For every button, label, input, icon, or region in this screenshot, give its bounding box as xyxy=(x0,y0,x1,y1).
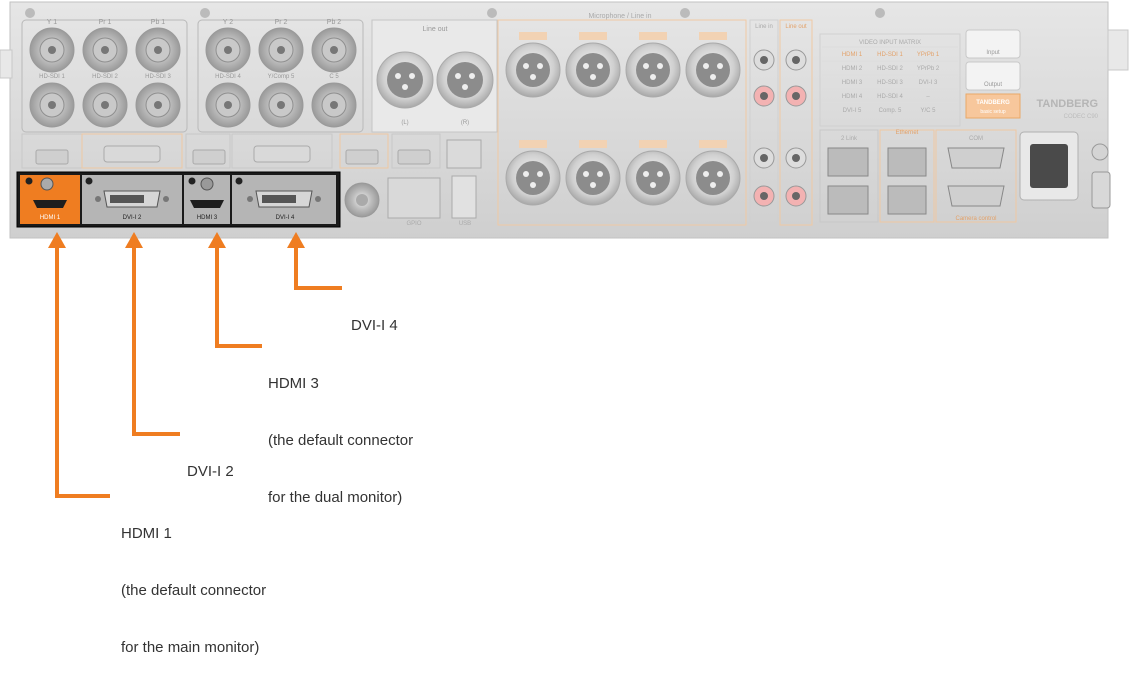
bnc-label-y1: Y 1 xyxy=(47,19,57,26)
matrix-cell: Y/C 5 xyxy=(920,108,936,114)
callout-hdmi3: HDMI 3 (the default connector for the du… xyxy=(268,336,413,526)
camera-control-label: Camera control xyxy=(955,216,996,222)
input-label: Input xyxy=(986,50,1000,56)
matrix-cell: HD-SDI 1 xyxy=(877,52,903,58)
hdmi1-connector: HDMI 1 xyxy=(20,175,80,224)
callout-hdmi3-line-3: for the dual monitor) xyxy=(268,489,403,506)
output-label: Output xyxy=(984,82,1002,88)
com-label: COM xyxy=(969,136,983,142)
callout-hdmi1-line-2: (the default connector xyxy=(121,582,267,599)
hdmi1-port-label: HDMI 1 xyxy=(40,215,61,221)
matrix-cell: DVI-I 5 xyxy=(843,108,862,114)
callout-hdmi1-line-3: for the main monitor) xyxy=(121,639,260,656)
line-out-right-label: (R) xyxy=(461,120,469,126)
usb-label: USB xyxy=(459,221,471,227)
line-in-title: Line in xyxy=(755,24,773,30)
c5-label: C 5 xyxy=(329,74,339,80)
matrix-cell: HDMI 3 xyxy=(842,80,863,86)
ethernet-label: Ethernet xyxy=(896,130,919,136)
hdsdi-label-2: HD-SDI 2 xyxy=(92,74,118,80)
arrow-hdmi1 xyxy=(55,248,110,498)
callout-dvi2-line-1: DVI-I 2 xyxy=(187,463,234,480)
matrix-cell: HDMI 4 xyxy=(842,94,863,100)
bnc-label-pb2: Pb 2 xyxy=(327,19,342,26)
highlighted-outputs: HDMI 1 DVI-I 2 HDMI 3 DVI-I 4 xyxy=(16,171,341,228)
callout-hdmi1: HDMI 1 (the default connector for the ma… xyxy=(121,486,266,676)
matrix-cell: DVI-I 3 xyxy=(919,80,938,86)
arrow-hdmi3 xyxy=(215,248,262,348)
callout-hdmi3-line-2: (the default connector xyxy=(268,432,414,449)
dvi4-port-label: DVI-I 4 xyxy=(276,215,295,221)
matrix-cell: HDMI 2 xyxy=(842,66,863,72)
dvi2-connector: DVI-I 2 xyxy=(82,175,182,224)
matrix-cell: HD-SDI 3 xyxy=(877,80,903,86)
link-label: 2 Link xyxy=(841,136,858,142)
hdsdi-label-3: HD-SDI 3 xyxy=(145,74,171,80)
hdsdi-label-1: HD-SDI 1 xyxy=(39,74,65,80)
arrow-dvi4 xyxy=(294,248,342,290)
hdmi3-connector: HDMI 3 xyxy=(184,175,230,224)
basic-setup-label: basic setup xyxy=(980,109,1006,115)
matrix-cell: HDMI 1 xyxy=(842,52,863,58)
callout-hdmi3-line-1: HDMI 3 xyxy=(268,375,319,392)
line-out-left-label: (L) xyxy=(401,120,408,126)
line-out-small-title: Line out xyxy=(785,24,807,30)
matrix-cell: HD-SDI 4 xyxy=(877,94,903,100)
matrix-cell: YPrPb 1 xyxy=(917,52,940,58)
bnc-label-pr2: Pr 2 xyxy=(275,19,288,26)
hdmi3-port-label: HDMI 3 xyxy=(197,215,218,221)
arrow-dvi2 xyxy=(132,248,180,436)
ycomp-label-5: Y/Comp 5 xyxy=(268,74,295,80)
matrix-cell: HD-SDI 2 xyxy=(877,66,903,72)
gpio-label: GPIO xyxy=(406,221,421,227)
matrix-cell: YPrPb 2 xyxy=(917,66,940,72)
line-out-block: Line out (L) (R) xyxy=(371,19,498,133)
matrix-cell: Comp. 5 xyxy=(879,108,902,114)
hdsdi-label-4: HD-SDI 4 xyxy=(215,74,241,80)
input-output-box: Input Output TANDBERG basic setup xyxy=(965,29,1021,119)
line-out-title: Line out xyxy=(423,26,448,33)
callout-dvi4-line-1: DVI-I 4 xyxy=(351,317,398,334)
dvi4-connector: DVI-I 4 xyxy=(232,175,336,224)
bnc-label-pr1: Pr 1 xyxy=(99,19,112,26)
brand-name: TANDBERG xyxy=(1036,98,1098,110)
codec-rear-panel-diagram: Y 1 Pr 1 Pb 1 Y 2 Pr 2 Pb 2 HD-SDI 1 HD-… xyxy=(0,1,1129,498)
matrix-title: VIDEO INPUT MATRIX xyxy=(859,40,921,46)
callout-hdmi1-line-1: HDMI 1 xyxy=(121,525,172,542)
bnc-label-y2: Y 2 xyxy=(223,19,233,26)
bnc-label-pb1: Pb 1 xyxy=(151,19,166,26)
dvi2-port-label: DVI-I 2 xyxy=(123,215,142,221)
model-name: CODEC C90 xyxy=(1064,114,1099,120)
basic-setup-brand: TANDBERG xyxy=(976,100,1010,106)
microphone-title: Microphone / Line in xyxy=(588,13,651,20)
